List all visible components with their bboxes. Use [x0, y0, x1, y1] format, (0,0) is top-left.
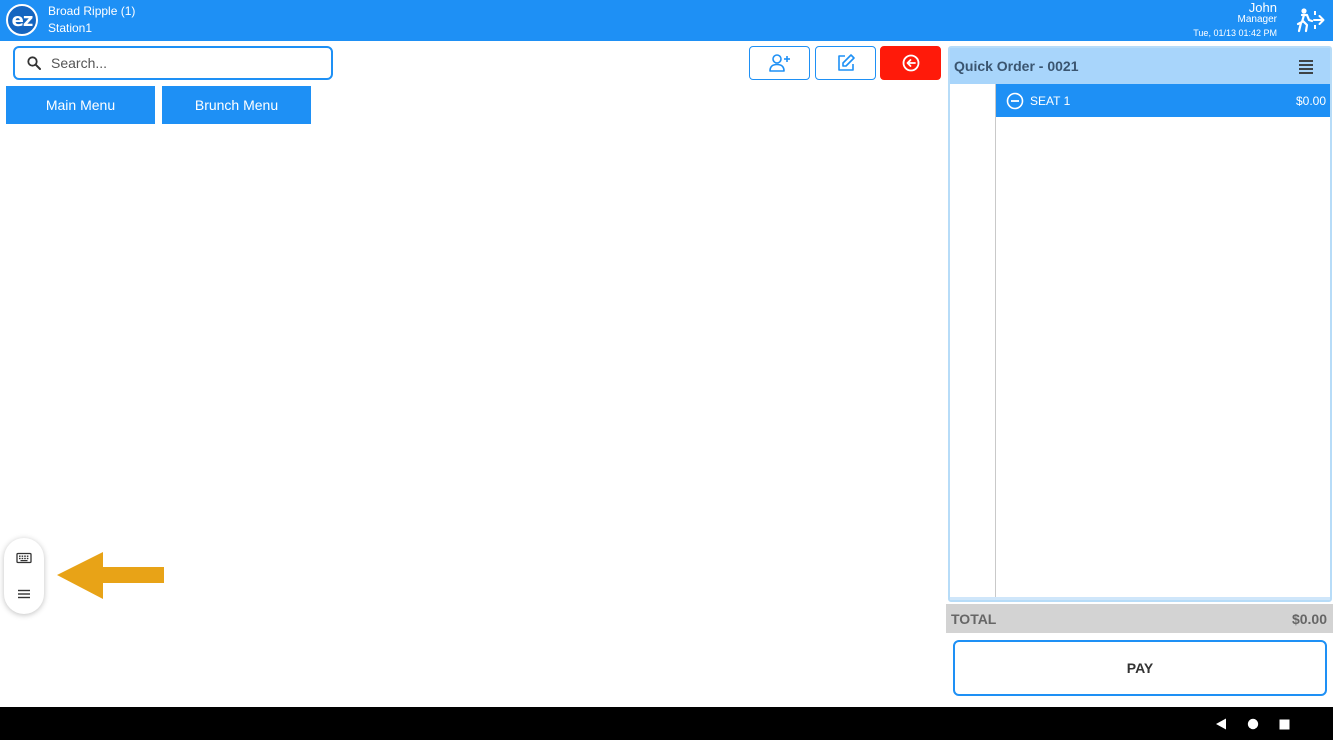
back-triangle-icon — [1216, 718, 1226, 730]
ez-logo: ez — [6, 4, 38, 36]
menu-button[interactable] — [14, 584, 34, 604]
search-box[interactable] — [13, 46, 333, 80]
top-bar: ez Broad Ripple (1) Station1 John Manage… — [0, 0, 1333, 41]
search-input[interactable] — [51, 55, 301, 71]
pointer-arrow-icon — [57, 552, 164, 599]
logout-button[interactable] — [1295, 5, 1327, 35]
edit-order-button[interactable] — [815, 46, 876, 80]
total-label: TOTAL — [951, 610, 997, 627]
order-header: Quick Order - 0021 — [950, 48, 1330, 84]
add-customer-button[interactable] — [749, 46, 810, 80]
exit-order-button[interactable] — [880, 46, 941, 80]
keyboard-icon — [16, 552, 32, 564]
seat-row[interactable]: SEAT 1 $0.00 — [996, 84, 1330, 117]
menu-icon — [18, 589, 30, 599]
store-name: Broad Ripple (1) — [48, 4, 136, 18]
total-amount: $0.00 — [1291, 610, 1327, 627]
main-menu-button[interactable]: Main Menu — [6, 86, 155, 124]
pay-button[interactable]: PAY — [953, 640, 1327, 696]
nav-home-button[interactable] — [1244, 715, 1262, 733]
total-bar: TOTAL $0.00 — [946, 604, 1333, 633]
hamburger-icon — [1299, 60, 1313, 74]
edit-icon — [837, 54, 855, 71]
station-name: Station1 — [48, 21, 93, 35]
recents-square-icon — [1279, 719, 1289, 729]
system-nav-bar — [0, 707, 1333, 740]
seat-amount: $0.00 — [1295, 93, 1326, 108]
collapse-circle-icon[interactable] — [1006, 92, 1024, 110]
user-role: Manager — [1237, 14, 1277, 25]
logout-person-icon — [1296, 8, 1325, 33]
floating-toolbar — [4, 538, 44, 614]
order-title: Quick Order - 0021 — [954, 58, 1079, 74]
pos-screen: ez Broad Ripple (1) Station1 John Manage… — [0, 0, 1333, 740]
circle-arrow-left-icon — [902, 54, 919, 72]
nav-back-button[interactable] — [1212, 715, 1230, 733]
current-datetime: Tue, 01/13 01:42 PM — [1193, 28, 1277, 38]
keyboard-button[interactable] — [14, 548, 34, 568]
add-person-icon — [768, 54, 790, 72]
nav-recents-button[interactable] — [1275, 715, 1293, 733]
home-circle-icon — [1247, 718, 1259, 730]
order-panel: Quick Order - 0021 SEAT 1 $0.00 — [948, 46, 1332, 602]
user-name: John — [1248, 0, 1277, 15]
brunch-menu-button[interactable]: Brunch Menu — [162, 86, 311, 124]
order-side-column — [950, 84, 996, 600]
seat-label: SEAT 1 — [1030, 93, 1071, 108]
order-panel-bottom-border — [950, 597, 1330, 600]
search-icon — [27, 56, 41, 70]
order-options-button[interactable] — [1296, 56, 1316, 76]
